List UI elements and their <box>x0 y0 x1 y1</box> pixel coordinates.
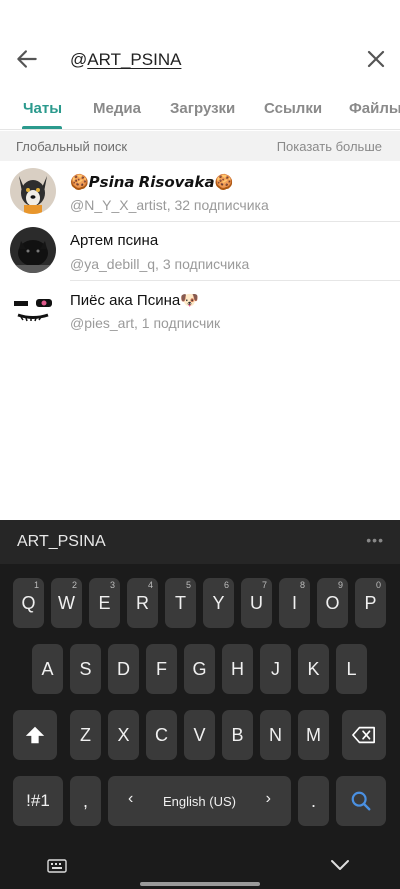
search-icon <box>351 791 371 811</box>
tab-files[interactable]: Файлы <box>349 100 400 117</box>
show-more-link[interactable]: Показать больше <box>277 139 382 154</box>
key-h[interactable]: H <box>222 644 253 694</box>
search-result-item[interactable]: Пиёс ака Псина🐶 @pies_art, 1 подписчик <box>0 281 400 340</box>
result-title: Пиёс ака Псина🐶 <box>70 292 199 309</box>
backspace-icon <box>352 726 375 744</box>
space-language-label: English (US) <box>163 793 236 809</box>
on-screen-keyboard: ART_PSINA ••• Q1 W2 E3 R4 T5 Y6 U7 I8 O9… <box>0 520 400 889</box>
more-options-icon[interactable]: ••• <box>366 532 384 548</box>
key-p[interactable]: P0 <box>355 578 386 628</box>
result-subtitle: @pies_art, 1 подписчик <box>70 315 221 331</box>
word-suggestion[interactable]: ART_PSINA <box>17 533 106 551</box>
tab-chats[interactable]: Чаты <box>23 100 62 117</box>
avatar <box>10 286 56 332</box>
key-i[interactable]: I8 <box>279 578 310 628</box>
symbols-key[interactable]: !#1 <box>13 776 63 826</box>
tab-links[interactable]: Ссылки <box>264 100 322 117</box>
global-search-header: Глобальный поиск Показать больше <box>0 131 400 161</box>
tab-downloads[interactable]: Загрузки <box>170 100 235 117</box>
key-w[interactable]: W2 <box>51 578 82 628</box>
search-header: @ART_PSINA <box>0 0 400 88</box>
suggestion-bar: ART_PSINA ••• <box>0 520 400 564</box>
key-s[interactable]: S <box>70 644 101 694</box>
search-input-value: ART_PSINA <box>87 50 182 69</box>
key-o[interactable]: O9 <box>317 578 348 628</box>
active-tab-indicator <box>22 126 62 129</box>
avatar <box>10 168 56 214</box>
search-result-item[interactable]: 🍪𝙋𝙨𝙞𝙣𝙖 𝙍𝙞𝙨𝙤𝙫𝙖𝙠𝙖🍪 @N_Y_X_artist, 32 подпи… <box>0 163 400 222</box>
period-key[interactable]: . <box>298 776 329 826</box>
section-title: Глобальный поиск <box>16 139 128 154</box>
key-f[interactable]: F <box>146 644 177 694</box>
result-subtitle: @ya_debill_q, 3 подписчика <box>70 256 250 272</box>
result-title: Артем псина <box>70 232 159 249</box>
key-x[interactable]: X <box>108 710 139 760</box>
tab-bar: Чаты Медиа Загрузки Ссылки Файлы <box>0 88 400 130</box>
close-icon[interactable] <box>364 47 388 71</box>
key-n[interactable]: N <box>260 710 291 760</box>
key-j[interactable]: J <box>260 644 291 694</box>
key-a[interactable]: A <box>32 644 63 694</box>
navigation-bar <box>0 852 400 889</box>
shift-key[interactable] <box>13 710 57 760</box>
result-title: 🍪𝙋𝙨𝙞𝙣𝙖 𝙍𝙞𝙨𝙤𝙫𝙖𝙠𝙖🍪 <box>70 174 234 191</box>
key-r[interactable]: R4 <box>127 578 158 628</box>
avatar <box>10 227 56 273</box>
space-key[interactable]: ‹ English (US) › <box>108 776 291 826</box>
search-input-prefix: @ <box>70 50 88 69</box>
backspace-key[interactable] <box>342 710 386 760</box>
search-key[interactable] <box>336 776 386 826</box>
key-u[interactable]: U7 <box>241 578 272 628</box>
key-y[interactable]: Y6 <box>203 578 234 628</box>
key-t[interactable]: T5 <box>165 578 196 628</box>
key-d[interactable]: D <box>108 644 139 694</box>
key-v[interactable]: V <box>184 710 215 760</box>
tab-media[interactable]: Медиа <box>93 100 141 117</box>
key-c[interactable]: C <box>146 710 177 760</box>
home-indicator[interactable] <box>140 882 260 886</box>
chevron-right-icon: › <box>265 790 271 807</box>
key-b[interactable]: B <box>222 710 253 760</box>
shift-icon <box>25 726 45 744</box>
keyboard-switch-icon[interactable] <box>47 859 67 873</box>
comma-key[interactable]: , <box>70 776 101 826</box>
key-q[interactable]: Q1 <box>13 578 44 628</box>
key-k[interactable]: K <box>298 644 329 694</box>
key-l[interactable]: L <box>336 644 367 694</box>
key-e[interactable]: E3 <box>89 578 120 628</box>
key-m[interactable]: M <box>298 710 329 760</box>
key-g[interactable]: G <box>184 644 215 694</box>
search-input[interactable]: @ART_PSINA <box>70 50 181 70</box>
key-z[interactable]: Z <box>70 710 101 760</box>
search-result-item[interactable]: Артем псина @ya_debill_q, 3 подписчика <box>0 222 400 281</box>
chevron-down-icon[interactable] <box>330 858 350 872</box>
chevron-left-icon: ‹ <box>128 790 134 807</box>
result-subtitle: @N_Y_X_artist, 32 подписчика <box>70 197 269 213</box>
arrow-left-icon[interactable] <box>14 46 40 72</box>
